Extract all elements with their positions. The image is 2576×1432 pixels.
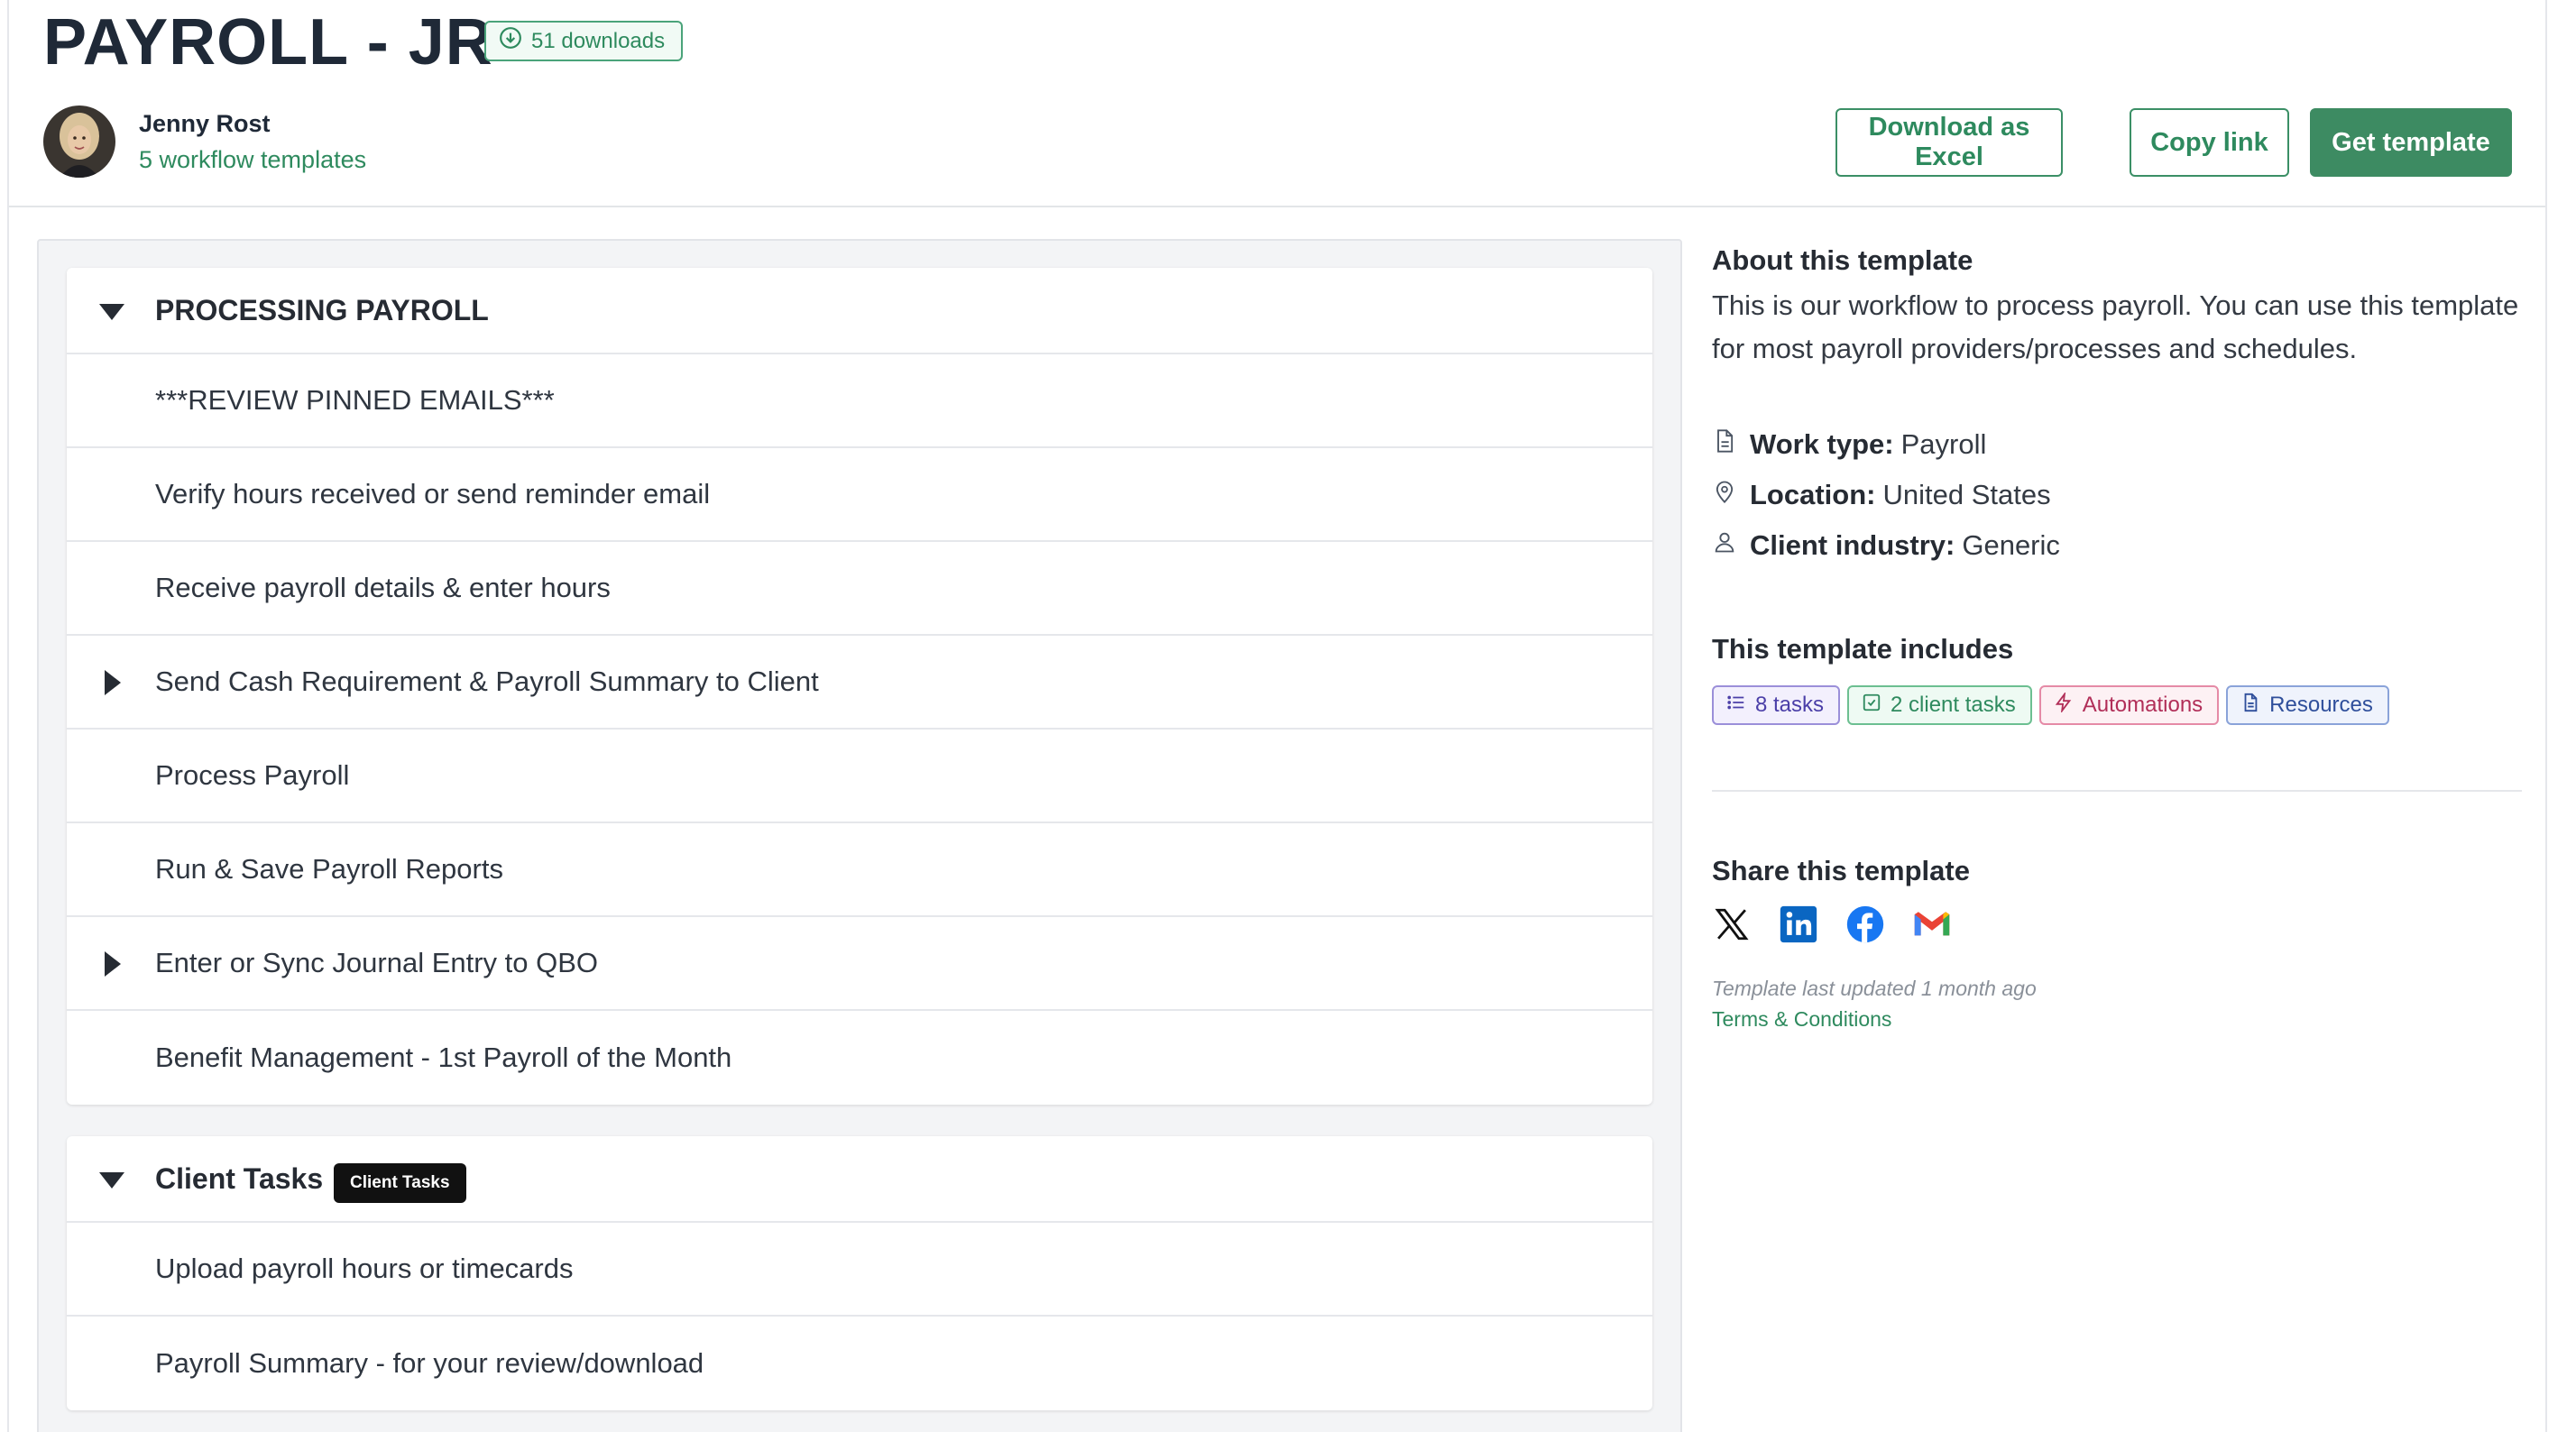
lightning-icon bbox=[2054, 691, 2074, 719]
x-icon[interactable] bbox=[1712, 904, 1752, 944]
avatar[interactable] bbox=[43, 106, 115, 178]
task-row[interactable]: Receive payroll details & enter hours bbox=[67, 542, 1652, 636]
author-templates-link[interactable]: 5 workflow templates bbox=[139, 146, 366, 174]
task-section: PROCESSING PAYROLL ***REVIEW PINNED EMAI… bbox=[67, 268, 1652, 1105]
includes-chips: 8 tasks 2 client tasks Automations Resou… bbox=[1712, 685, 2389, 725]
meta-value: United States bbox=[1882, 479, 2051, 510]
download-excel-button[interactable]: Download as Excel bbox=[1835, 108, 2063, 177]
task-label: Enter or Sync Journal Entry to QBO bbox=[155, 947, 599, 978]
person-icon bbox=[1712, 529, 1750, 562]
section-header[interactable]: Client Tasks Client Tasks bbox=[67, 1136, 1652, 1223]
task-label: Upload payroll hours or timecards bbox=[155, 1253, 574, 1284]
section-header[interactable]: PROCESSING PAYROLL bbox=[67, 268, 1652, 354]
resources-chip: Resources bbox=[2226, 685, 2389, 725]
terms-link[interactable]: Terms & Conditions bbox=[1712, 1007, 1891, 1032]
task-row[interactable]: Upload payroll hours or timecards bbox=[67, 1223, 1652, 1317]
task-row[interactable]: ***REVIEW PINNED EMAILS*** bbox=[67, 354, 1652, 448]
copy-link-button[interactable]: Copy link bbox=[2130, 108, 2289, 177]
task-row[interactable]: Run & Save Payroll Reports bbox=[67, 823, 1652, 917]
caret-right-icon[interactable] bbox=[105, 951, 121, 981]
caret-right-icon[interactable] bbox=[105, 670, 121, 700]
task-label: Verify hours received or send reminder e… bbox=[155, 478, 711, 509]
task-list-panel: PROCESSING PAYROLL ***REVIEW PINNED EMAI… bbox=[37, 239, 1682, 1432]
task-row[interactable]: Verify hours received or send reminder e… bbox=[67, 448, 1652, 542]
meta-value: Payroll bbox=[1900, 428, 1987, 460]
meta-label: Work type: bbox=[1750, 428, 1894, 460]
chip-label: Automations bbox=[2082, 693, 2203, 717]
author-name: Jenny Rost bbox=[139, 110, 271, 137]
caret-down-icon[interactable] bbox=[99, 1172, 124, 1193]
linkedin-icon[interactable] bbox=[1779, 904, 1818, 944]
task-label: Payroll Summary - for your review/downlo… bbox=[155, 1347, 704, 1379]
task-row[interactable]: Send Cash Requirement & Payroll Summary … bbox=[67, 636, 1652, 730]
section-title: Client Tasks bbox=[155, 1161, 324, 1195]
document-icon bbox=[2240, 693, 2260, 719]
downloads-badge: 51 downloads bbox=[484, 21, 684, 61]
downloads-count: 51 downloads bbox=[531, 28, 666, 53]
client-tasks-tag: Client Tasks bbox=[334, 1163, 466, 1203]
document-icon bbox=[1712, 428, 1750, 461]
chip-label: 8 tasks bbox=[1755, 693, 1825, 717]
task-label: Benefit Management - 1st Payroll of the … bbox=[155, 1042, 732, 1073]
share-title: Share this template bbox=[1712, 855, 1970, 886]
client-tasks-section: Client Tasks Client Tasks Upload payroll… bbox=[67, 1136, 1652, 1410]
about-text: This is our workflow to process payroll.… bbox=[1712, 289, 2519, 364]
task-label: Run & Save Payroll Reports bbox=[155, 853, 503, 885]
facebook-icon[interactable] bbox=[1845, 904, 1885, 944]
task-row[interactable]: Payroll Summary - for your review/downlo… bbox=[67, 1317, 1652, 1410]
gmail-icon[interactable] bbox=[1912, 904, 1952, 944]
tasks-chip: 8 tasks bbox=[1712, 685, 1841, 725]
client-tasks-chip: 2 client tasks bbox=[1847, 685, 2032, 725]
template-page: PAYROLL - JR 51 downloads Jenny Rost 5 w… bbox=[7, 0, 2547, 1432]
task-label: Send Cash Requirement & Payroll Summary … bbox=[155, 666, 819, 697]
divider bbox=[1712, 790, 2522, 792]
meta-label: Client industry: bbox=[1750, 529, 1955, 561]
task-label: Receive payroll details & enter hours bbox=[155, 572, 611, 603]
includes-title: This template includes bbox=[1712, 633, 2014, 665]
location-pin-icon bbox=[1712, 479, 1750, 511]
industry-meta: Client industry: Generic bbox=[1712, 529, 2060, 562]
checkbox-icon bbox=[1862, 693, 1881, 719]
meta-label: Location: bbox=[1750, 479, 1876, 510]
page-header: PAYROLL - JR 51 downloads Jenny Rost 5 w… bbox=[9, 0, 2545, 207]
task-row[interactable]: Process Payroll bbox=[67, 730, 1652, 823]
get-template-button[interactable]: Get template bbox=[2310, 108, 2512, 177]
meta-value: Generic bbox=[1962, 529, 2060, 561]
task-row[interactable]: Benefit Management - 1st Payroll of the … bbox=[67, 1011, 1652, 1105]
location-meta: Location: United States bbox=[1712, 479, 2051, 511]
task-label: Process Payroll bbox=[155, 759, 350, 791]
task-row[interactable]: Enter or Sync Journal Entry to QBO bbox=[67, 917, 1652, 1011]
work-type-meta: Work type: Payroll bbox=[1712, 428, 1986, 461]
caret-down-icon[interactable] bbox=[99, 304, 124, 325]
list-icon bbox=[1726, 693, 1746, 719]
last-updated: Template last updated 1 month ago bbox=[1712, 977, 2037, 1000]
download-circle-icon bbox=[499, 26, 522, 56]
page-title: PAYROLL - JR bbox=[43, 6, 493, 78]
about-title: About this template bbox=[1712, 244, 1973, 276]
chip-label: Resources bbox=[2269, 693, 2373, 717]
task-label: ***REVIEW PINNED EMAILS*** bbox=[155, 384, 555, 416]
chip-label: 2 client tasks bbox=[1891, 693, 2016, 717]
automations-chip: Automations bbox=[2038, 685, 2220, 725]
section-title: PROCESSING PAYROLL bbox=[155, 293, 489, 326]
share-icons bbox=[1712, 904, 1952, 944]
